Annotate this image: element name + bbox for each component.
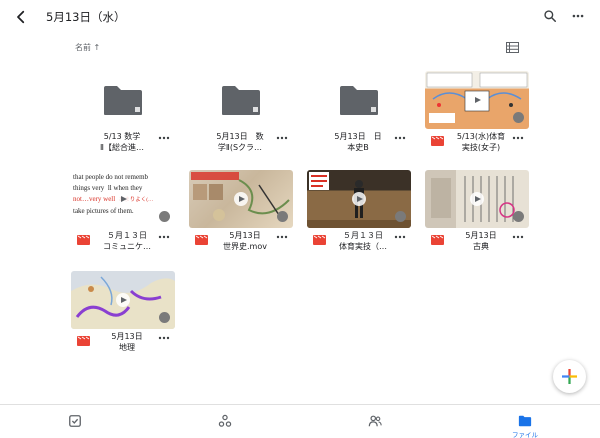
- item-name: 5月13日 地理: [111, 332, 143, 352]
- sort-by-name-button[interactable]: 名前 ↑: [75, 42, 100, 53]
- more-vert-icon[interactable]: [571, 9, 585, 23]
- people-icon: [368, 415, 382, 427]
- nav-workspaces[interactable]: [195, 405, 255, 438]
- video-thumbnail: [189, 170, 293, 228]
- video-file-icon: [195, 235, 208, 245]
- plus-icon: [562, 369, 577, 384]
- text-page-image: that people do not rememb things very ll…: [73, 173, 154, 215]
- folder-icon: [518, 415, 532, 427]
- top-app-bar: 5月13日（水）: [0, 0, 600, 34]
- video-file-icon: [77, 235, 90, 245]
- nav-shared[interactable]: [345, 405, 405, 438]
- search-icon[interactable]: [543, 9, 557, 23]
- more-horiz-icon[interactable]: [276, 232, 288, 242]
- more-horiz-icon[interactable]: [158, 333, 170, 343]
- video-thumbnail: that people do not rememb things very ll…: [71, 170, 175, 228]
- shared-badge-icon: [395, 211, 406, 222]
- more-horiz-icon[interactable]: [158, 232, 170, 242]
- item-name: 5/13 数学 Ⅱ【総合進…: [100, 132, 144, 152]
- folder-thumbnail: [189, 71, 293, 129]
- shared-badge-icon: [159, 211, 170, 222]
- more-horiz-icon[interactable]: [512, 133, 524, 143]
- item-name: 5/13(水)体育 実技(女子): [456, 132, 506, 152]
- more-horiz-icon[interactable]: [394, 133, 406, 143]
- video-thumbnail: [425, 71, 529, 129]
- chevron-left-icon[interactable]: [12, 8, 30, 26]
- play-icon: [352, 192, 366, 206]
- item-name: 5月13日 古典: [465, 231, 497, 251]
- item-name: 5月13日 数 学Ⅱ(Sクラ…: [216, 132, 264, 152]
- video-file-icon: [431, 136, 444, 146]
- play-icon: [116, 192, 130, 206]
- video-thumbnail: [307, 170, 411, 228]
- play-icon: [470, 93, 484, 107]
- shared-badge-icon: [159, 312, 170, 323]
- nav-priority[interactable]: [45, 405, 105, 438]
- list-view-icon[interactable]: [506, 42, 519, 53]
- video-file-icon: [313, 235, 326, 245]
- folder-icon: [222, 86, 260, 115]
- item-name: 5月13日 日 本史B: [334, 132, 382, 152]
- more-horiz-icon[interactable]: [512, 232, 524, 242]
- shared-badge-icon: [513, 211, 524, 222]
- folder-icon: [340, 86, 378, 115]
- more-horiz-icon[interactable]: [394, 232, 406, 242]
- folder-thumbnail: [71, 71, 175, 129]
- shared-nodes-icon: [218, 414, 232, 427]
- folder-thumbnail: [307, 71, 411, 129]
- shared-badge-icon: [277, 211, 288, 222]
- video-file-icon: [77, 336, 90, 346]
- bottom-navigation: ファイル: [0, 404, 600, 438]
- checkbox-icon: [69, 415, 81, 427]
- page-title: 5月13日（水）: [46, 10, 126, 24]
- play-icon: [234, 192, 248, 206]
- video-file-icon: [431, 235, 444, 245]
- play-icon: [116, 293, 130, 307]
- nav-files[interactable]: ファイル: [495, 405, 555, 438]
- item-name: ５月１３日 体育実技（…: [339, 231, 387, 251]
- video-thumbnail: [425, 170, 529, 228]
- new-item-fab[interactable]: [553, 360, 586, 393]
- item-name: ５月１３日 コミュニケ…: [103, 231, 151, 251]
- more-horiz-icon[interactable]: [276, 133, 288, 143]
- play-icon: [470, 192, 484, 206]
- video-thumbnail: [71, 271, 175, 329]
- folder-icon: [104, 86, 142, 115]
- more-horiz-icon[interactable]: [158, 133, 170, 143]
- shared-badge-icon: [513, 112, 524, 123]
- item-name: 5月13日 世界史.mov: [223, 231, 267, 251]
